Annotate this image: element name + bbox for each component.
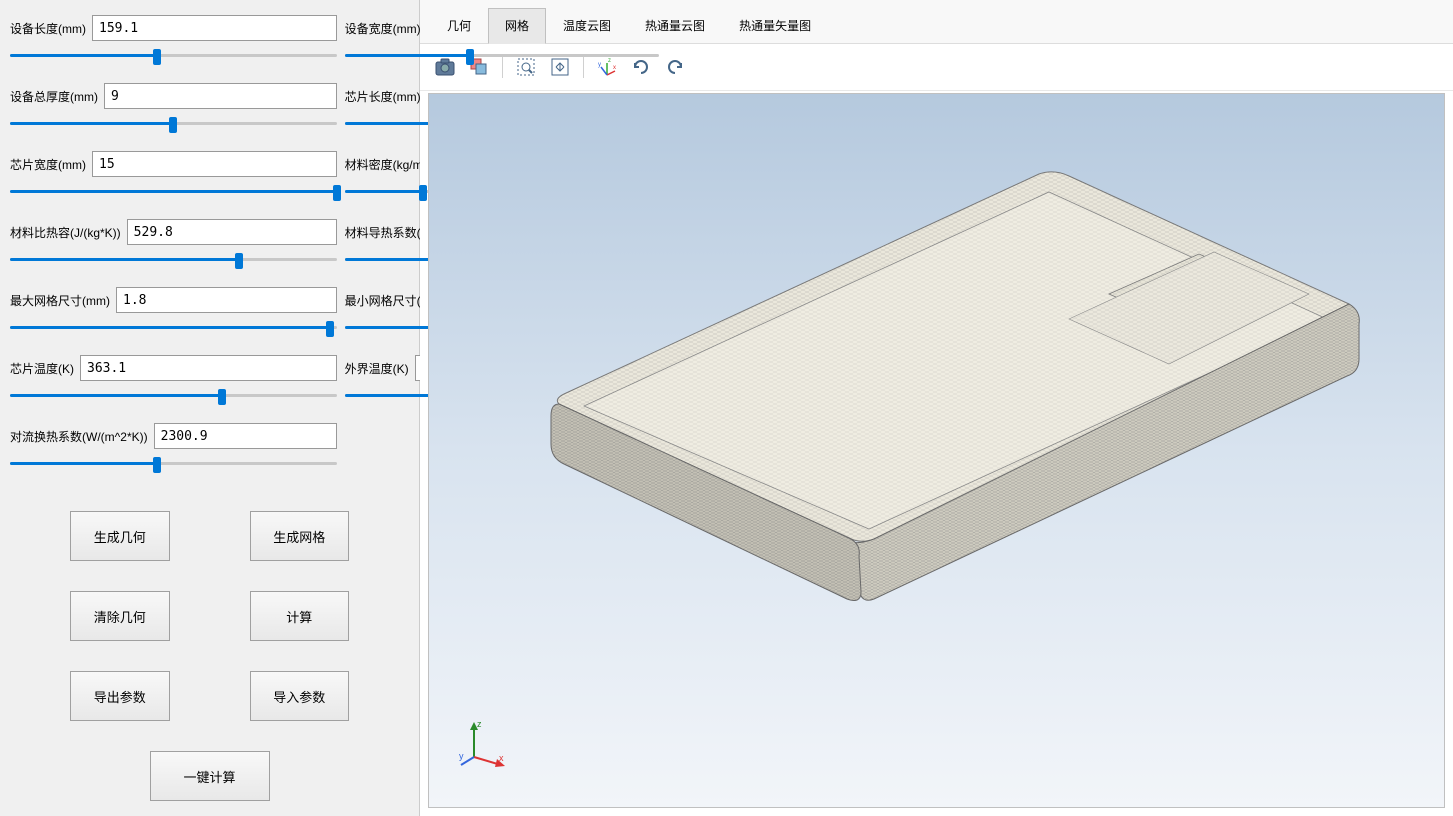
import-params-button[interactable]: 导入参数: [250, 671, 350, 721]
param-label: 设备宽度(mm): [345, 20, 421, 37]
param-label: 芯片长度(mm): [345, 88, 421, 105]
tab-heatflux-cloud[interactable]: 热通量云图: [628, 8, 722, 43]
param-slider[interactable]: [10, 319, 337, 335]
tab-temperature-cloud[interactable]: 温度云图: [546, 8, 628, 43]
param-input[interactable]: [104, 83, 337, 109]
rotate-cw-icon[interactable]: [660, 52, 690, 82]
param-slider[interactable]: [10, 251, 337, 267]
param-item: 设备长度(mm): [10, 15, 337, 63]
viewport-panel: 几何 网格 温度云图 热通量云图 热通量矢量图 z x y: [420, 0, 1453, 816]
param-item: 最大网格尺寸(mm): [10, 287, 337, 335]
export-params-button[interactable]: 导出参数: [70, 671, 170, 721]
param-label: 芯片温度(K): [10, 360, 74, 377]
param-label: 芯片宽度(mm): [10, 156, 86, 173]
param-input[interactable]: [154, 423, 337, 449]
generate-mesh-button[interactable]: 生成网格: [250, 511, 350, 561]
svg-text:z: z: [477, 719, 482, 729]
param-input[interactable]: [80, 355, 337, 381]
param-item: 芯片温度(K): [10, 355, 337, 403]
param-label: 设备总厚度(mm): [10, 88, 98, 105]
one-click-compute-button[interactable]: 一键计算: [150, 751, 270, 801]
param-label: 对流换热系数(W/(m^2*K)): [10, 428, 148, 445]
param-slider[interactable]: [10, 115, 337, 131]
param-slider[interactable]: [345, 47, 659, 63]
axis-gizmo-icon: z x y: [459, 717, 509, 767]
tab-geometry[interactable]: 几何: [430, 8, 488, 43]
view-tabs: 几何 网格 温度云图 热通量云图 热通量矢量图: [420, 0, 1453, 44]
param-item: 材料比热容(J/(kg*K)): [10, 219, 337, 267]
param-input[interactable]: [127, 219, 337, 245]
mesh-render: [479, 144, 1379, 764]
param-item: 芯片宽度(mm): [10, 151, 337, 199]
param-slider[interactable]: [10, 47, 337, 63]
3d-viewport[interactable]: z x y: [428, 93, 1445, 808]
param-input[interactable]: [92, 15, 337, 41]
param-input[interactable]: [116, 287, 337, 313]
param-label: 材料比热容(J/(kg*K)): [10, 224, 121, 241]
svg-text:x: x: [499, 753, 504, 763]
tab-mesh[interactable]: 网格: [488, 8, 546, 44]
svg-text:x: x: [613, 65, 616, 71]
param-slider[interactable]: [10, 455, 337, 471]
param-label: 设备长度(mm): [10, 20, 86, 37]
tab-heatflux-vector[interactable]: 热通量矢量图: [722, 8, 828, 43]
param-item: 设备总厚度(mm): [10, 83, 337, 131]
generate-geometry-button[interactable]: 生成几何: [70, 511, 170, 561]
param-label: 最大网格尺寸(mm): [10, 292, 110, 309]
param-item: 对流换热系数(W/(m^2*K)): [10, 423, 337, 471]
svg-text:y: y: [459, 751, 464, 761]
param-input[interactable]: [92, 151, 337, 177]
compute-button[interactable]: 计算: [250, 591, 350, 641]
clear-geometry-button[interactable]: 清除几何: [70, 591, 170, 641]
param-label: 外界温度(K): [345, 360, 409, 377]
param-slider[interactable]: [10, 387, 337, 403]
parameters-panel: 设备长度(mm) 设备宽度(mm) 设备总厚度(mm): [0, 0, 420, 816]
param-slider[interactable]: [10, 183, 337, 199]
